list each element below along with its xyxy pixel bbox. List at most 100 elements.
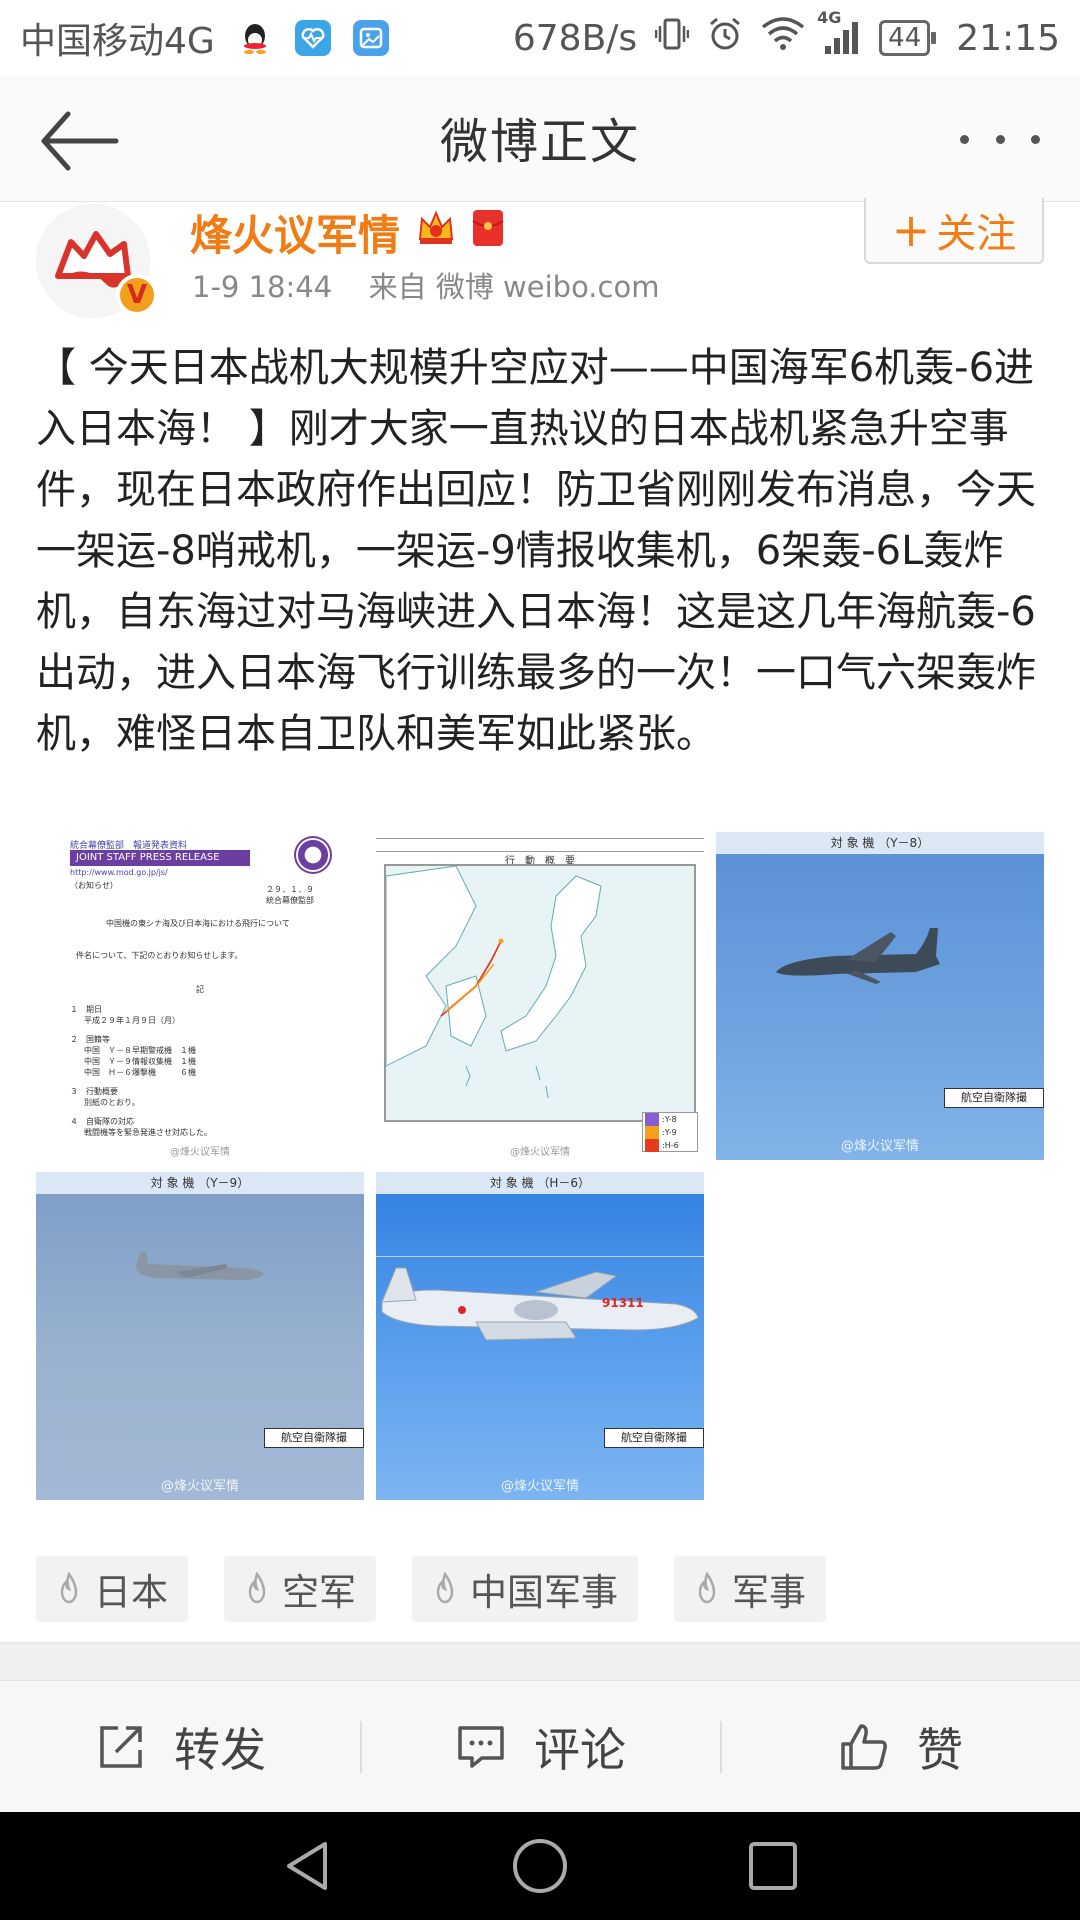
h6-watermark: @烽火议军情: [500, 1479, 579, 1494]
y8-aircraft-icon: [776, 928, 940, 984]
doc-date: ２９．１．９: [266, 885, 314, 894]
action-bar: 转发 评论 赞: [0, 1680, 1080, 1812]
tag-label: 军事: [732, 1571, 806, 1614]
like-button[interactable]: 赞: [720, 1681, 1080, 1812]
qq-icon: [236, 20, 273, 56]
tag-china-military[interactable]: 中国军事: [412, 1556, 638, 1622]
doc-dept: 統合幕僚監部: [266, 896, 314, 905]
status-bar: 中国移动4G 678B/s 4G 44 21:15: [0, 0, 1080, 76]
carrier-label: 中国移动4G: [20, 21, 215, 62]
username[interactable]: 烽火议军情: [190, 202, 504, 263]
repost-button[interactable]: 转发: [0, 1681, 360, 1812]
more-dot-icon: [1031, 134, 1040, 144]
crown-vip-icon: [416, 208, 456, 257]
comment-label: 评论: [534, 1722, 626, 1777]
plus-icon: +: [891, 203, 931, 257]
y8-label: 航空自衛隊撮: [944, 1088, 1044, 1108]
doc-item2-b: 中国 Ｙ－９情報収集機 １機: [84, 1057, 196, 1066]
more-dot-icon: [960, 134, 969, 144]
post-source: 来自 微博 weibo.com: [368, 270, 660, 304]
doc-watermark: @烽火议军情: [170, 1147, 230, 1158]
battery-indicator: 44: [879, 20, 937, 56]
doc-url: http://www.mod.go.jp/js/: [70, 868, 168, 877]
repost-icon: [100, 1725, 142, 1768]
legend-y9: :Y-9: [645, 1126, 697, 1139]
doc-ki: 記: [196, 985, 204, 994]
doc-item1-value: 平成２９年１月９日（月）: [84, 1016, 180, 1025]
doc-item4: ４ 自衛隊の対応: [70, 1117, 134, 1126]
network-type: 4G: [817, 8, 842, 27]
y9-aircraft-icon: [136, 1252, 264, 1280]
h6-label: 航空自衛隊撮: [604, 1428, 704, 1448]
doc-item2: ２ 国籍等: [70, 1035, 110, 1044]
tag-label: 日本: [94, 1571, 168, 1614]
doc-item2-c: 中国 Ｈ－６爆撃機 ６機: [84, 1068, 196, 1077]
map-drawing: [385, 865, 694, 1120]
post-image-y9[interactable]: 対 象 機 （Y－9） 航空自衛隊撮 @烽火议军情: [36, 1172, 364, 1500]
post-image-h6[interactable]: 対 象 機 （H－6） 91311 航空自衛隊撮 @烽火议军情: [376, 1172, 704, 1500]
wifi-icon: [761, 16, 805, 60]
topic-tags: 日本 空军 中国军事 军事: [36, 1556, 826, 1622]
health-app-icon: [294, 20, 331, 56]
y8-watermark: @烽火议军情: [840, 1139, 919, 1154]
doc-item4-value: 戦闘機等を緊急発進させ対応した。: [84, 1128, 212, 1137]
nav-bar: 微博正文: [0, 76, 1080, 202]
post-text: 【 今天日本战机大规模升空应对——中国海军6机轰-6进入日本海！ 】刚才大家一直…: [36, 345, 1036, 757]
doc-item2-a: 中国 Ｙ－８早期警戒機 １機: [84, 1046, 196, 1055]
repost-label: 转发: [174, 1722, 266, 1777]
follow-button[interactable]: + 关注: [864, 198, 1044, 264]
nav-home-circle-icon[interactable]: [510, 1836, 570, 1896]
h6-tail-number: 91311: [602, 1296, 644, 1310]
section-divider: [0, 1642, 1080, 1680]
ministry-seal-icon: [294, 836, 332, 874]
signal-icon: 4G: [817, 8, 861, 56]
doc-item1: １ 期日: [70, 1005, 102, 1014]
flame-icon: [698, 1572, 716, 1604]
nav-back-triangle-icon[interactable]: [277, 1836, 337, 1896]
flame-icon: [436, 1572, 454, 1604]
doc-item3-value: 別紙のとおり。: [84, 1098, 140, 1107]
like-label: 赞: [917, 1722, 963, 1777]
flame-icon: [248, 1572, 266, 1604]
system-nav-bar: [0, 1812, 1080, 1920]
post-meta: 1-9 18:44 来自 微博 weibo.com: [192, 264, 659, 306]
clock: 21:15: [956, 17, 1060, 59]
comment-icon: [458, 1725, 504, 1768]
tag-label: 中国军事: [470, 1571, 618, 1614]
post-image-map[interactable]: 行 動 概 要 :Y-8 :Y-9 :H-6 @烽火议军情: [376, 832, 704, 1160]
avatar[interactable]: V: [36, 204, 158, 318]
legend-y8: :Y-8: [645, 1113, 697, 1126]
y9-watermark: @烽火议军情: [160, 1479, 239, 1494]
comment-button[interactable]: 评论: [360, 1681, 720, 1812]
vibrate-icon: [654, 16, 690, 61]
tag-military[interactable]: 军事: [674, 1556, 826, 1622]
map-watermark: @烽火议军情: [510, 1147, 570, 1158]
post-time: 1-9 18:44: [192, 270, 333, 304]
map-frame: [384, 864, 696, 1122]
page-title: 微博正文: [439, 114, 640, 170]
post-image-y8[interactable]: 対 象 機 （Y－8） 航空自衛隊撮 @烽火议军情: [716, 832, 1044, 1160]
thumbs-up-icon: [841, 1723, 887, 1770]
tag-air-force[interactable]: 空军: [224, 1556, 376, 1622]
nav-recents-square-icon[interactable]: [743, 1836, 803, 1896]
more-dot-icon: [995, 134, 1005, 144]
alarm-icon: [707, 16, 743, 61]
flame-icon: [60, 1572, 78, 1604]
y9-label: 航空自衛隊撮: [264, 1428, 364, 1448]
network-speed: 678B/s: [512, 17, 638, 59]
doc-subject: 中国機の東シナ海及び日本海における飛行について: [106, 919, 290, 928]
gallery-icon: [352, 20, 389, 56]
doc-item3: ３ 行動概要: [70, 1087, 118, 1096]
verified-badge: V: [116, 274, 158, 316]
doc-intro: 件名について、下記のとおりお知らせします。: [76, 951, 243, 960]
red-packet-icon: [472, 208, 504, 257]
tag-japan[interactable]: 日本: [36, 1556, 188, 1622]
doc-banner: JOINT STAFF PRESS RELEASE: [70, 850, 250, 866]
tag-label: 空军: [282, 1571, 356, 1614]
more-menu-button[interactable]: [960, 114, 1040, 164]
username-text: 烽火议军情: [190, 211, 401, 260]
h6-aircraft-icon: [381, 1267, 699, 1341]
follow-label: 关注: [936, 211, 1017, 257]
post-image-document[interactable]: 統合幕僚監部 報道発表資料 JOINT STAFF PRESS RELEASE …: [36, 832, 364, 1160]
doc-notice: （お知らせ）: [70, 881, 118, 890]
